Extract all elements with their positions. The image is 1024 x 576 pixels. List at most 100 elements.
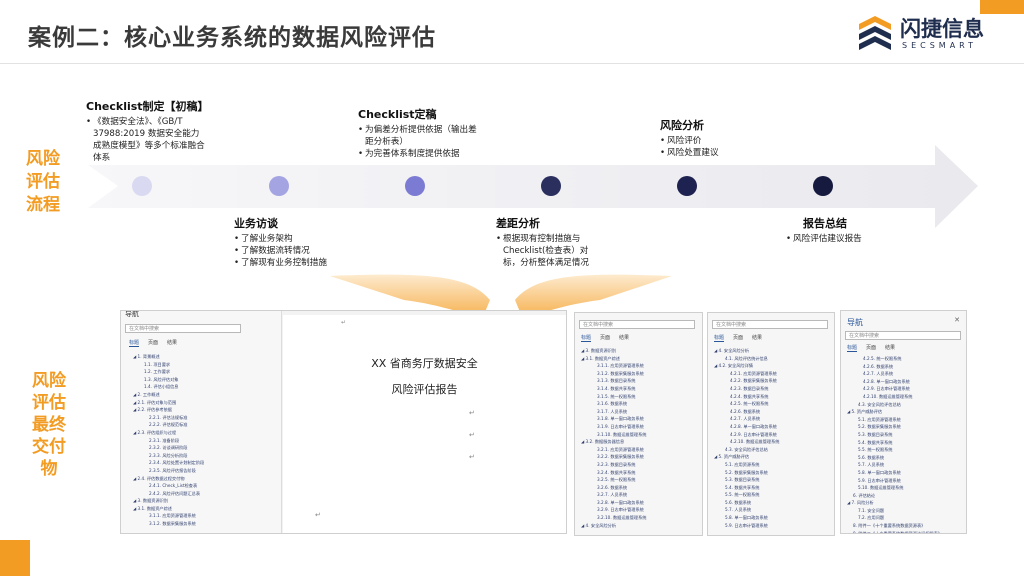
- tab-headings[interactable]: 标题: [714, 335, 725, 342]
- outline-item[interactable]: 3.2.10. 数据运维管理系统: [581, 514, 646, 522]
- tab-headings[interactable]: 标题: [581, 335, 592, 342]
- outline-item[interactable]: 3.2.3. 数据目录系统: [581, 461, 646, 469]
- outline-item[interactable]: 3.1.2. 数据采集服务系统: [133, 520, 204, 528]
- nav-search-input[interactable]: 在文档中搜索: [579, 320, 695, 329]
- outline-item[interactable]: 4.2.7. 人员系统: [847, 370, 942, 378]
- outline-item[interactable]: 4.2.8. 单一窗口政务系统: [847, 378, 942, 386]
- outline-item[interactable]: 3.2.1. 应用资源管理系统: [581, 446, 646, 454]
- outline-item[interactable]: 4.2.9. 日志审计管理系统: [847, 385, 942, 393]
- outline-item[interactable]: ◢ 5. 资产威胁评估: [847, 408, 942, 416]
- outline-item[interactable]: 4.2.3. 数据目录系统: [714, 385, 779, 393]
- tab-results[interactable]: 结果: [167, 340, 177, 346]
- outline-item[interactable]: 4.2.9. 日志审计管理系统: [714, 431, 779, 439]
- outline-item[interactable]: 4.2.10. 数据运维管理系统: [847, 393, 942, 401]
- outline-item[interactable]: 3.2.9. 日志审计管理系统: [581, 506, 646, 514]
- outline-item[interactable]: 2.3.5. 风险评估报告阶段: [133, 467, 204, 475]
- outline-item[interactable]: 5.5. 统一权限系统: [847, 446, 942, 454]
- outline-item[interactable]: 3.1.5. 统一权限系统: [581, 393, 646, 401]
- outline-item[interactable]: 3.1.7. 人员系统: [581, 408, 646, 416]
- outline-item[interactable]: ◢ 7. 风险分析: [847, 499, 942, 507]
- outline-item[interactable]: 4.3. 安全风险评估总结: [847, 401, 942, 409]
- outline-item[interactable]: 5.10. 数据运维管理系统: [847, 484, 942, 492]
- outline-item[interactable]: 5.7. 人员系统: [847, 461, 942, 469]
- outline-item[interactable]: 5.5. 统一权限系统: [714, 491, 779, 499]
- outline-item[interactable]: 3.1.9. 日志审计管理系统: [581, 423, 646, 431]
- outline-item[interactable]: 7.2. 应用问题: [847, 514, 942, 522]
- outline-item[interactable]: 4.1. 风险评估统计信息: [714, 355, 779, 363]
- outline-item[interactable]: ◢ 2.2. 评估参考依据: [133, 406, 204, 414]
- outline-item[interactable]: 5.4. 数据共享系统: [847, 439, 942, 447]
- outline-item[interactable]: ◢ 2. 工作概述: [133, 391, 204, 399]
- outline-item[interactable]: 4.2.2. 数据采集服务系统: [714, 377, 779, 385]
- outline-item[interactable]: ◢ 2.4. 评估数据过程交付物: [133, 475, 204, 483]
- outline-item[interactable]: 5.3. 数据目录系统: [847, 431, 942, 439]
- outline-item[interactable]: 3.2.7. 人员系统: [581, 491, 646, 499]
- outline-item[interactable]: ◢ 3.1. 数据资产综述: [133, 505, 204, 513]
- outline-item[interactable]: 5.8. 单一窗口政务系统: [847, 469, 942, 477]
- tab-pages[interactable]: 页面: [148, 340, 158, 346]
- outline-item[interactable]: 3.1.1. 应用资源管理系统: [581, 362, 646, 370]
- outline-item[interactable]: ◢ 3.2. 数据服务器信息: [581, 438, 646, 446]
- outline-item[interactable]: 6. 评估结论: [847, 492, 942, 500]
- outline-item[interactable]: 3.2.5. 统一权限系统: [581, 476, 646, 484]
- outline-item[interactable]: 5.6. 数据系统: [714, 499, 779, 507]
- outline-item[interactable]: 9. 附件二《十个重要系统数据资源访问权限表》: [847, 530, 942, 533]
- outline-item[interactable]: 7.1. 安全问题: [847, 507, 942, 515]
- outline-item[interactable]: ◢ 5. 资产威胁评估: [714, 453, 779, 461]
- outline-item[interactable]: 5.2. 数据采集服务系统: [847, 423, 942, 431]
- outline-item[interactable]: 8. 附件一《十个重要系统数据资源表》: [847, 522, 942, 530]
- tab-pages[interactable]: 页面: [600, 335, 610, 341]
- outline-item[interactable]: 3.2.4. 数据共享系统: [581, 469, 646, 477]
- outline-item[interactable]: 4.2.4. 数据共享系统: [714, 393, 779, 401]
- outline-item[interactable]: 3.1.2. 数据采集服务系统: [581, 370, 646, 378]
- nav-search-input[interactable]: 在文档中搜索: [845, 331, 961, 340]
- outline-item[interactable]: 3.1.8. 单一窗口政务系统: [581, 415, 646, 423]
- outline-item[interactable]: ◢ 2.3. 评估组织与过程: [133, 429, 204, 437]
- outline-item[interactable]: 5.1. 应用资源管理系统: [847, 416, 942, 424]
- outline-item[interactable]: ◢ 3. 数据资源识别: [581, 347, 646, 355]
- outline-item[interactable]: 3.2.8. 单一窗口政务系统: [581, 499, 646, 507]
- tab-results[interactable]: 结果: [619, 335, 629, 341]
- tab-headings[interactable]: 标题: [129, 340, 140, 347]
- outline-item[interactable]: 4.3. 安全风险评估总结: [714, 446, 779, 454]
- outline-item[interactable]: 2.2.1. 评估法规标准: [133, 414, 204, 422]
- outline-item[interactable]: 1.3. 风险评估对象: [133, 376, 204, 384]
- outline-item[interactable]: 1.1. 项目要求: [133, 361, 204, 369]
- outline-item[interactable]: 4.2.6. 数据系统: [847, 363, 942, 371]
- outline-item[interactable]: 5.9. 日志审计管理系统: [714, 522, 779, 530]
- outline-item[interactable]: 2.4.1. Check_List检查表: [133, 482, 204, 490]
- tab-results[interactable]: 结果: [885, 345, 895, 351]
- outline-item[interactable]: ◢ 1. 背景概述: [133, 353, 204, 361]
- outline-item[interactable]: 5.4. 数据共享系统: [714, 484, 779, 492]
- outline-item[interactable]: 3.1.3. 数据目录系统: [581, 377, 646, 385]
- outline-item[interactable]: 2.4.2. 风险评估问题汇总表: [133, 490, 204, 498]
- outline-item[interactable]: 2.3.2. 访谈调研阶段: [133, 444, 204, 452]
- outline-item[interactable]: 1.4. 评估小组信息: [133, 383, 204, 391]
- outline-item[interactable]: 1.2. 工作要求: [133, 368, 204, 376]
- outline-item[interactable]: 4.2.8. 单一窗口政务系统: [714, 423, 779, 431]
- outline-item[interactable]: 5.6. 数据系统: [847, 454, 942, 462]
- outline-item[interactable]: 5.9. 日志审计管理系统: [847, 477, 942, 485]
- tab-pages[interactable]: 页面: [866, 345, 876, 351]
- outline-item[interactable]: 3.1.4. 数据共享系统: [581, 385, 646, 393]
- outline-item[interactable]: 5.3. 数据目录系统: [714, 476, 779, 484]
- outline-item[interactable]: ◢ 4.2. 安全风险详情: [714, 362, 779, 370]
- outline-item[interactable]: 2.3.1. 准备阶段: [133, 437, 204, 445]
- outline-item[interactable]: 3.1.10. 数据运维管理系统: [581, 431, 646, 439]
- outline-item[interactable]: 4.2.10. 数据运维管理系统: [714, 438, 779, 446]
- outline-item[interactable]: 3.1.6. 数据系统: [581, 400, 646, 408]
- outline-item[interactable]: 3.2.2. 数据采集服务系统: [581, 453, 646, 461]
- outline-item[interactable]: 2.3.4. 风险处置计划制定阶段: [133, 459, 204, 467]
- outline-item[interactable]: ◢ 4. 安全风险分析: [714, 347, 779, 355]
- outline-item[interactable]: ◢ 4. 安全风险分析: [581, 522, 646, 530]
- outline-item[interactable]: 5.2. 数据采集服务系统: [714, 469, 779, 477]
- tab-results[interactable]: 结果: [752, 335, 762, 341]
- outline-item[interactable]: 5.7. 人员系统: [714, 506, 779, 514]
- nav-search-input[interactable]: 在文档中搜索: [712, 320, 828, 329]
- outline-item[interactable]: 2.3.3. 风险分析阶段: [133, 452, 204, 460]
- outline-item[interactable]: ◢ 2.1. 评估对象与范围: [133, 399, 204, 407]
- outline-item[interactable]: 4.2.6. 数据系统: [714, 408, 779, 416]
- outline-item[interactable]: 3.2.6. 数据系统: [581, 484, 646, 492]
- tab-headings[interactable]: 标题: [847, 345, 858, 352]
- outline-item[interactable]: 4.2.5. 统一权限系统: [847, 355, 942, 363]
